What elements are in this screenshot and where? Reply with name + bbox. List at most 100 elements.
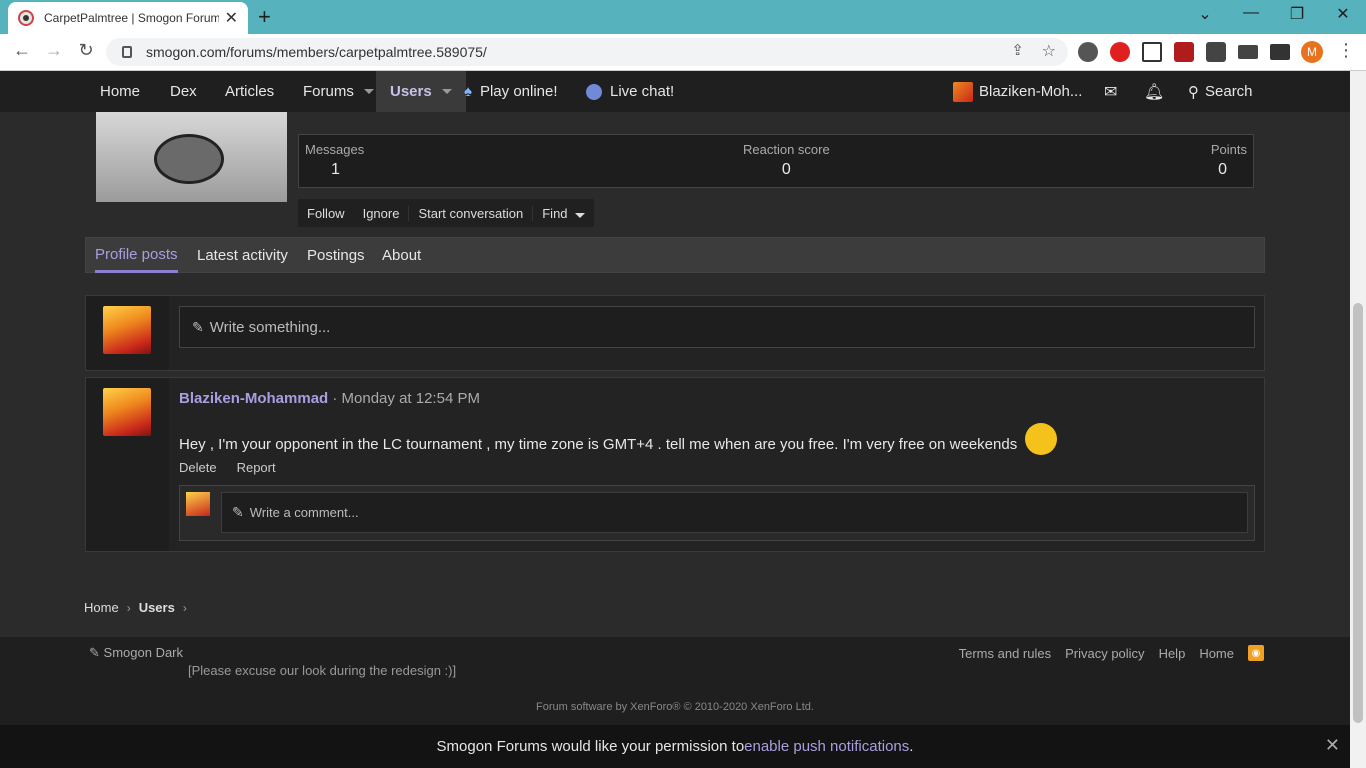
close-icon[interactable]: ✕ [1325, 735, 1340, 756]
post-actions: Delete Report [179, 460, 276, 475]
minimize-button[interactable]: — [1236, 4, 1266, 22]
nav-live-chat[interactable]: Live chat! [586, 71, 674, 112]
stat-reaction-score[interactable]: Reaction score 0 [743, 142, 830, 179]
comment-area: ✎ Write a comment... [179, 485, 1255, 541]
url-field[interactable]: smogon.com/forums/members/carpetpalmtree… [106, 38, 1068, 66]
side-panel-icon[interactable] [1270, 44, 1290, 60]
alerts-bell-icon[interactable]: 🔔︎ [1144, 71, 1164, 112]
new-profile-post: ✎ Write something... [85, 295, 1265, 371]
ublock-extension-icon[interactable] [1174, 42, 1194, 62]
tab-postings[interactable]: Postings [307, 238, 365, 273]
avatar [186, 492, 210, 516]
footer-home-link[interactable]: Home [1199, 646, 1234, 661]
stat-messages-label: Messages [305, 142, 365, 157]
close-window-button[interactable]: ✕ [1328, 4, 1358, 24]
browser-tab[interactable]: CarpetPalmtree | Smogon Forum ✕ [8, 2, 248, 34]
chevron-down-icon[interactable] [363, 89, 374, 94]
inbox-icon[interactable]: ✉ [1104, 71, 1117, 112]
enable-push-link[interactable]: enable push notifications [744, 738, 909, 755]
search-icon: ⚲ [1188, 83, 1199, 101]
profile-tabs: Profile posts Latest activity Postings A… [85, 237, 1265, 273]
redesign-note: [Please excuse our look during the redes… [188, 663, 457, 678]
search-button[interactable]: ⚲ Search [1188, 71, 1253, 112]
avatar[interactable] [103, 388, 151, 436]
new-tab-button[interactable]: + [258, 4, 271, 30]
tab-about[interactable]: About [382, 238, 421, 273]
puzzle-extensions-icon[interactable] [1206, 42, 1226, 62]
chevron-down-icon[interactable] [441, 89, 452, 94]
find-dropdown[interactable]: Find [532, 205, 594, 221]
comment-placeholder: Write a comment... [249, 505, 359, 520]
privacy-link[interactable]: Privacy policy [1065, 646, 1144, 661]
url-text: smogon.com/forums/members/carpetpalmtree… [146, 44, 487, 60]
member-stats: Messages 1 Reaction score 0 Points 0 [298, 134, 1254, 188]
address-bar: ← → ↻ smogon.com/forums/members/carpetpa… [0, 34, 1366, 71]
tab-latest-activity[interactable]: Latest activity [197, 238, 288, 273]
shield-extension-icon[interactable] [1110, 42, 1130, 62]
ignore-button[interactable]: Ignore [354, 206, 409, 221]
scroll-thumb[interactable] [1353, 303, 1363, 723]
write-comment-input[interactable]: ✎ Write a comment... [221, 492, 1248, 533]
report-link[interactable]: Report [237, 460, 276, 475]
chevron-down-icon [575, 212, 586, 218]
page-footer: ✎ Smogon Dark [Please excuse our look du… [0, 637, 1350, 725]
terms-link[interactable]: Terms and rules [959, 646, 1051, 661]
style-name: Smogon Dark [103, 645, 184, 660]
tab-title: CarpetPalmtree | Smogon Forum [44, 11, 219, 25]
stat-points[interactable]: Points 0 [1211, 142, 1247, 179]
stat-points-value: 0 [1218, 161, 1227, 178]
breadcrumb-home[interactable]: Home [84, 600, 119, 615]
profile-post: Blaziken-Mohammad · Monday at 12:54 PM H… [85, 377, 1265, 552]
forward-arrow-icon[interactable]: → [42, 40, 66, 61]
help-link[interactable]: Help [1159, 646, 1186, 661]
play-icon: ♠ [464, 83, 472, 100]
nav-play-online[interactable]: ♠ Play online! [464, 71, 558, 112]
nav-users-label: Users [390, 83, 432, 100]
account-menu[interactable]: Blaziken-Moh... [953, 71, 1082, 112]
write-placeholder: Write something... [209, 318, 331, 336]
push-prefix: Smogon Forums would like your permission… [436, 738, 745, 755]
nav-dex[interactable]: Dex [170, 71, 197, 112]
nav-users[interactable]: Users [376, 71, 466, 112]
nav-articles[interactable]: Articles [225, 71, 274, 112]
profile-avatar[interactable]: M [1301, 41, 1323, 63]
discord-icon [586, 83, 602, 100]
follow-button[interactable]: Follow [298, 206, 354, 221]
media-control-icon[interactable] [1238, 45, 1258, 59]
tab-search-icon[interactable]: ⌄ [1190, 4, 1220, 24]
pencil-icon: ✎ [232, 504, 244, 520]
tab-close-icon[interactable]: ✕ [225, 8, 238, 28]
style-chooser[interactable]: ✎ Smogon Dark [89, 645, 183, 661]
nav-forums[interactable]: Forums [303, 71, 374, 112]
back-arrow-icon[interactable]: ← [10, 40, 34, 61]
post-timestamp[interactable]: · Monday at 12:54 PM [332, 390, 480, 407]
nav-play-online-label: Play online! [479, 83, 558, 100]
page-scrollbar[interactable] [1350, 71, 1366, 768]
chevron-right-icon: › [182, 600, 187, 615]
smogon-favicon-icon [18, 10, 34, 26]
start-conversation-button[interactable]: Start conversation [408, 205, 532, 221]
browser-tab-bar: CarpetPalmtree | Smogon Forum ✕ + ⌄ — ❐ … [0, 0, 1366, 34]
account-name: Blaziken-Moh... [979, 83, 1083, 100]
restore-button[interactable]: ❐ [1282, 4, 1312, 24]
post-author-link[interactable]: Blaziken-Mohammad [179, 390, 328, 407]
post-header: Blaziken-Mohammad · Monday at 12:54 PM [179, 390, 480, 407]
copyright: Forum software by XenForo® © 2010-2020 X… [536, 701, 814, 713]
avatar[interactable] [103, 306, 151, 354]
nav-home[interactable]: Home [100, 71, 140, 112]
reload-icon[interactable]: ↻ [74, 40, 98, 61]
stat-messages[interactable]: Messages 1 [305, 142, 364, 179]
member-actions: Follow Ignore Start conversation Find [298, 199, 595, 227]
write-something-input[interactable]: ✎ Write something... [179, 306, 1255, 348]
bookmark-star-icon[interactable]: ☆ [1042, 41, 1056, 61]
breadcrumb-users[interactable]: Users [139, 600, 175, 615]
delete-link[interactable]: Delete [179, 460, 217, 475]
cursor-extension-icon[interactable] [1142, 42, 1162, 62]
pokeball-extension-icon[interactable] [1078, 42, 1098, 62]
browser-menu-icon[interactable]: ⋮ [1334, 40, 1358, 61]
rss-icon[interactable]: ◉ [1248, 645, 1264, 661]
stat-reaction-label: Reaction score [743, 142, 830, 157]
share-icon[interactable]: ⇪ [1011, 41, 1024, 59]
find-label: Find [542, 205, 568, 221]
tab-profile-posts[interactable]: Profile posts [95, 238, 178, 273]
